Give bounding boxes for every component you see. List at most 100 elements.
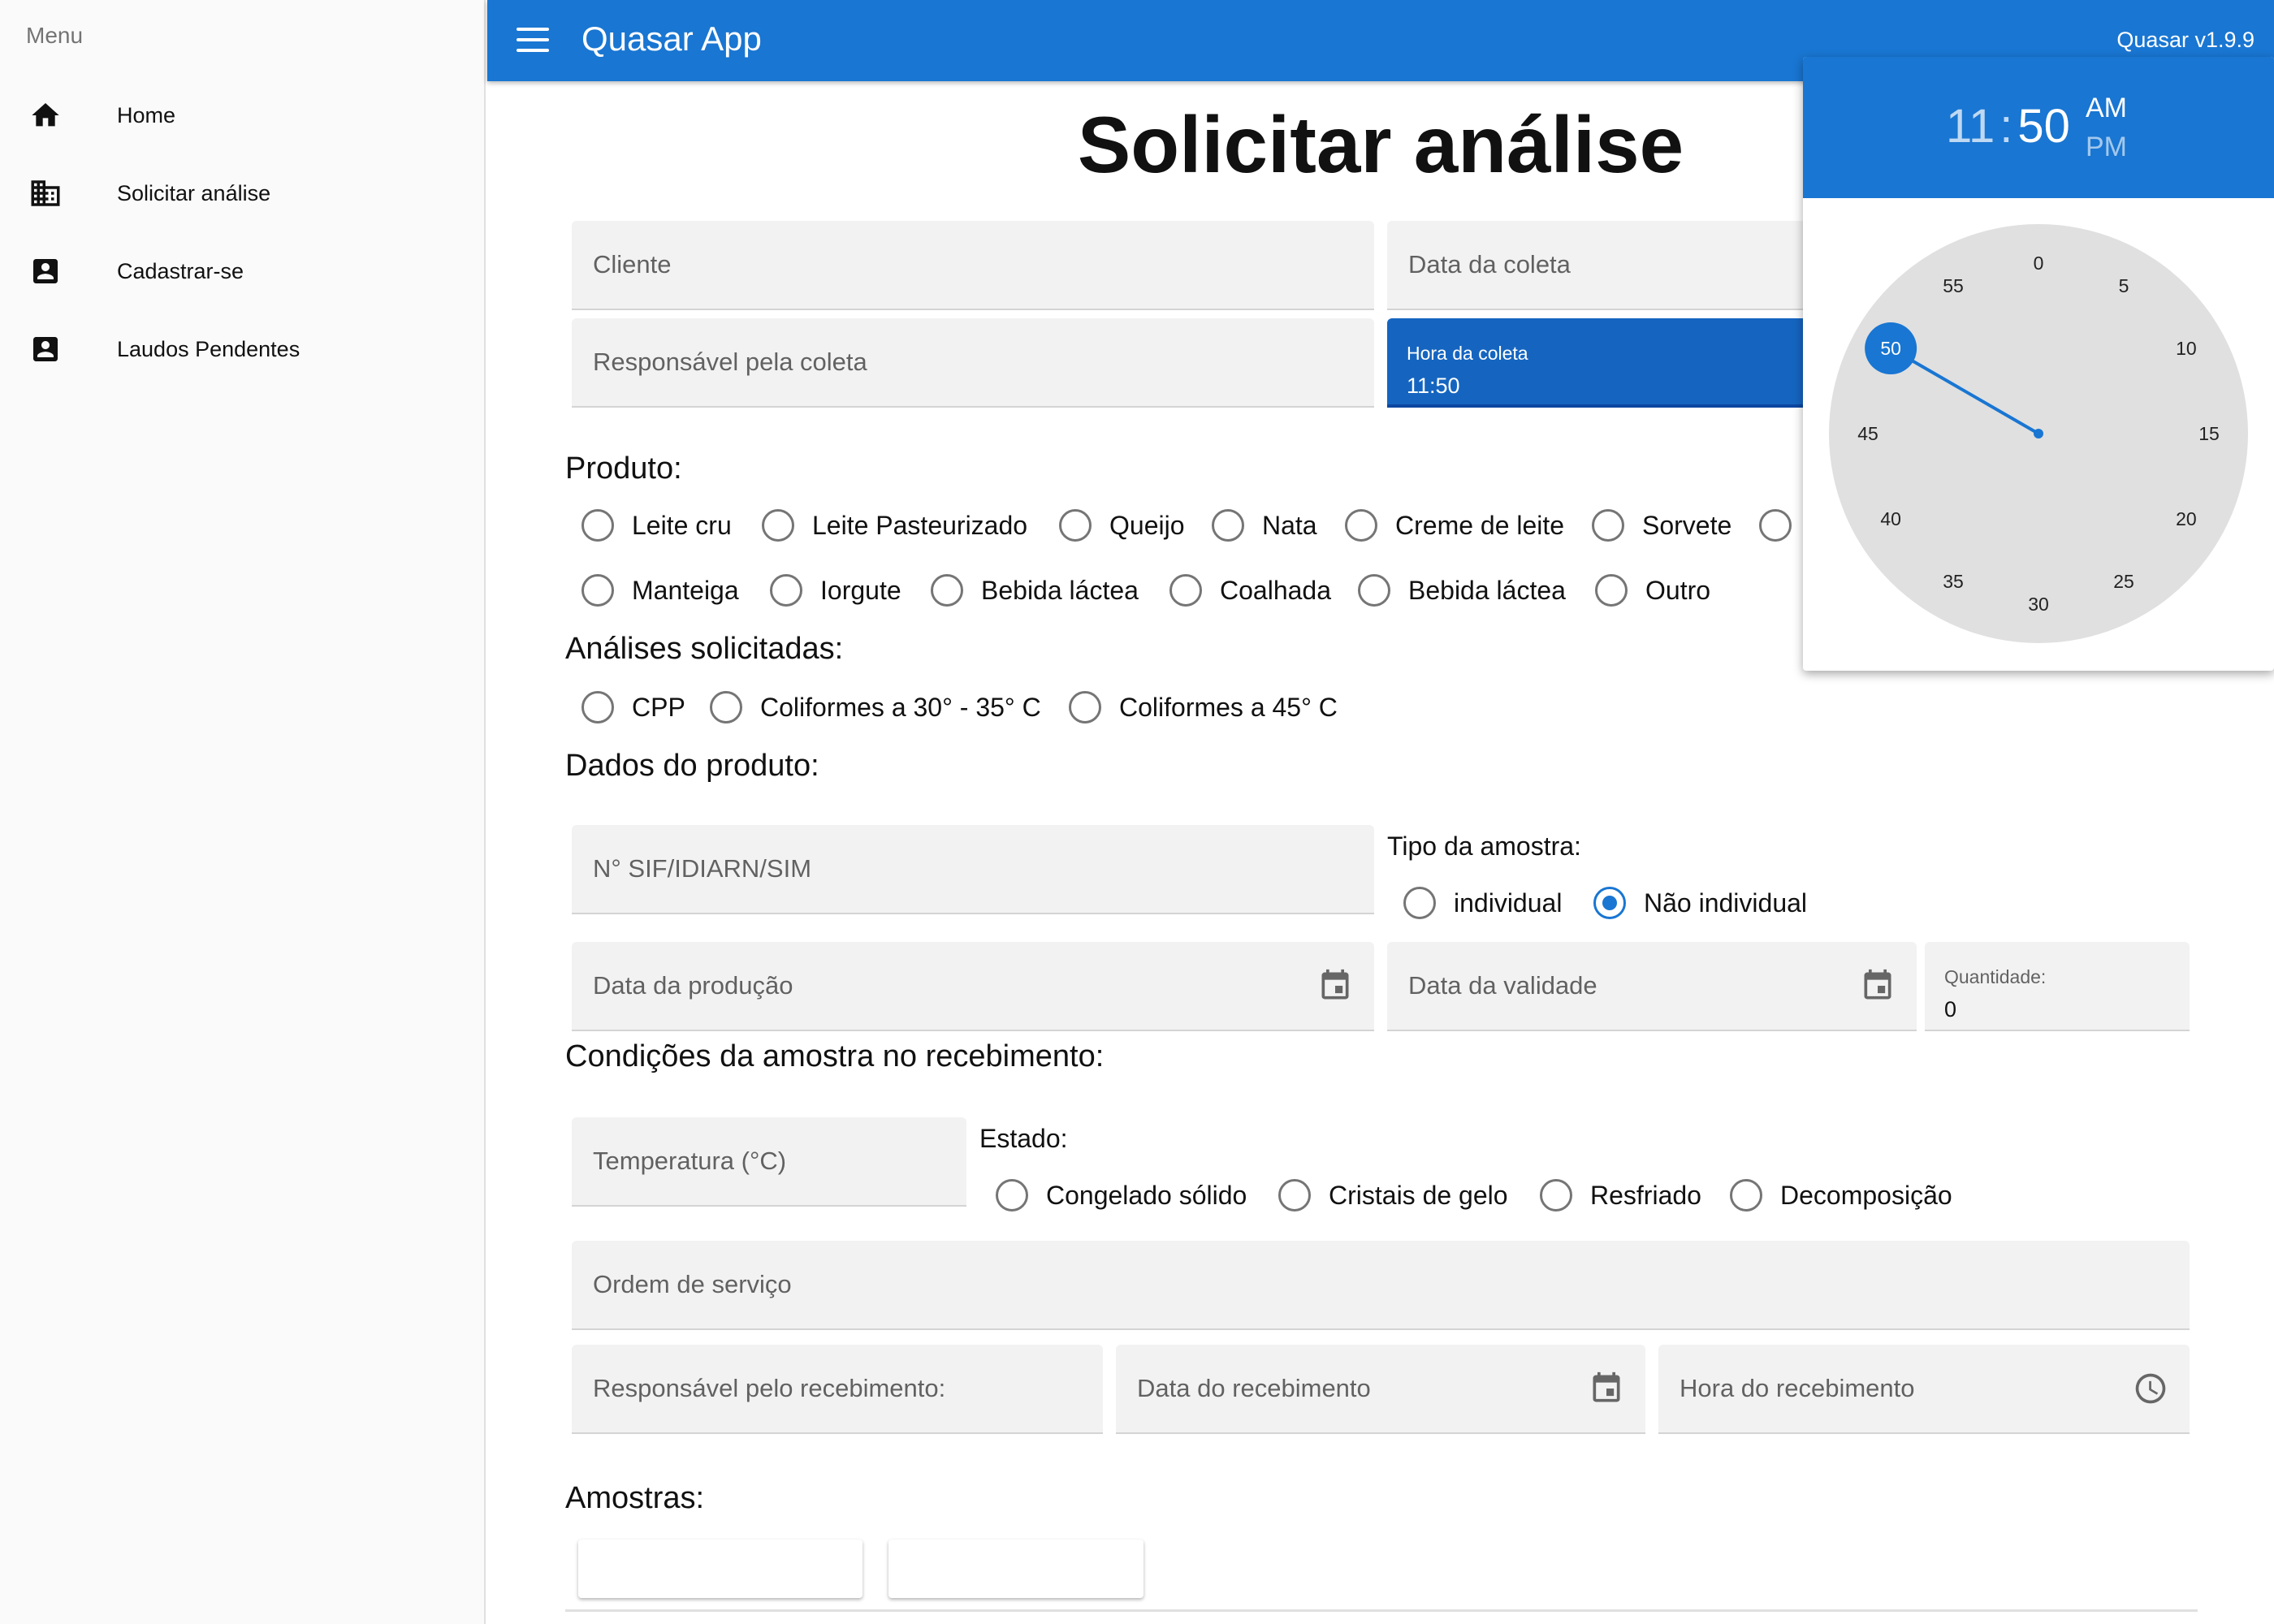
radio-leite-pasteurizado[interactable]: Leite Pasteurizado — [762, 508, 1027, 543]
data-validade-placeholder: Data da validade — [1408, 971, 1597, 1000]
menu-icon[interactable] — [517, 28, 551, 54]
amostras-title: Amostras: — [565, 1481, 705, 1515]
radio-queijo[interactable]: Queijo — [1059, 508, 1185, 543]
sif-field[interactable]: N° SIF/IDIARN/SIM — [572, 825, 1374, 914]
produto-title: Produto: — [565, 451, 682, 486]
responsavel-coleta-field[interactable]: Responsável pela coleta — [572, 318, 1374, 408]
calendar-icon[interactable] — [1317, 968, 1353, 1004]
radio-sorvete[interactable]: Sorvete — [1592, 508, 1731, 543]
clock-minute-label[interactable]: 0 — [2034, 253, 2044, 274]
hora-coleta-label: Hora da coleta — [1407, 343, 1528, 364]
am-toggle[interactable]: AM — [2086, 93, 2127, 124]
nav-item-cadastrar-se[interactable]: Cadastrar-se — [0, 232, 484, 310]
time-picker-header: 11:50 AM PM — [1803, 57, 2274, 198]
account-box-icon — [28, 253, 63, 289]
app-title: Quasar App — [581, 19, 762, 58]
radio-congelado-solido[interactable]: Congelado sólido — [996, 1177, 1247, 1213]
quantidade-label: Quantidade: — [1944, 966, 2047, 987]
radio-manteiga[interactable]: Manteiga — [581, 572, 739, 608]
radio-resfriado[interactable]: Resfriado — [1540, 1177, 1701, 1213]
responsavel-recebimento-placeholder: Responsável pelo recebimento: — [593, 1374, 946, 1402]
clock-minute-label[interactable]: 15 — [2198, 423, 2220, 444]
adicionar-amostra-button[interactable]: ADICIONAR AMOSTRA — [578, 1540, 862, 1598]
radio-iorgute[interactable]: Iorgute — [770, 572, 901, 608]
quantidade-field[interactable]: Quantidade: 0 — [1925, 942, 2190, 1031]
time-display: 11:50 — [1946, 100, 2070, 153]
cliente-placeholder: Cliente — [593, 250, 672, 279]
pm-toggle[interactable]: PM — [2086, 132, 2127, 163]
minute-display[interactable]: 50 — [2017, 100, 2070, 153]
data-recebimento-field[interactable]: Data do recebimento — [1116, 1345, 1645, 1434]
version-label: Quasar v1.9.9 — [2116, 28, 2255, 52]
time-picker-popup: 11:50 AM PM 0 5 10 15 20 25 30 35 40 45 50 55 — [1803, 57, 2274, 671]
clock-minute-label[interactable]: 25 — [2113, 571, 2134, 592]
radio-nao-individual[interactable]: Não individual — [1593, 885, 1807, 921]
dados-produto-title: Dados do produto: — [565, 749, 819, 783]
divider — [565, 1609, 2198, 1612]
analises-title: Análises solicitadas: — [565, 632, 844, 666]
radio-coliformes-30-35[interactable]: Coliformes a 30° - 35° C — [710, 689, 1041, 725]
data-producao-field[interactable]: Data da produção — [572, 942, 1374, 1031]
radio-coalhada[interactable]: Coalhada — [1169, 572, 1331, 608]
clock-minute-label[interactable]: 30 — [2028, 594, 2049, 615]
radio-leite-cru[interactable]: Leite cru — [581, 508, 732, 543]
ordem-servico-placeholder: Ordem de serviço — [593, 1270, 792, 1298]
hora-recebimento-field[interactable]: Hora do recebimento — [1658, 1345, 2190, 1434]
clock-center — [2034, 429, 2043, 438]
clock-dial[interactable]: 0 5 10 15 20 25 30 35 40 45 50 55 — [1829, 224, 2248, 643]
radio-coliformes-45[interactable]: Coliformes a 45° C — [1069, 689, 1338, 725]
nav-item-label: Laudos Pendentes — [117, 336, 300, 361]
sif-placeholder: N° SIF/IDIARN/SIM — [593, 854, 812, 883]
page-title: Solicitar análise — [1077, 100, 1684, 189]
responsavel-coleta-placeholder: Responsável pela coleta — [593, 348, 867, 376]
data-coleta-field[interactable]: Data da coleta — [1387, 221, 1874, 310]
clock-minute-label[interactable]: 20 — [2176, 508, 2197, 529]
clock-minute-label[interactable]: 50 — [1880, 338, 1901, 359]
nav-item-label: Cadastrar-se — [117, 258, 244, 283]
radio-bebida-lactea-1[interactable]: Bebida láctea — [931, 572, 1139, 608]
radio-nata[interactable]: Nata — [1212, 508, 1317, 543]
tipo-amostra-label: Tipo da amostra: — [1387, 831, 1581, 861]
calendar-icon[interactable] — [1589, 1371, 1624, 1406]
clock-minute-label[interactable]: 40 — [1880, 508, 1901, 529]
radio-creme-de-leite[interactable]: Creme de leite — [1345, 508, 1564, 543]
quantidade-value: 0 — [1944, 997, 1957, 1021]
hour-display[interactable]: 11 — [1946, 100, 1995, 153]
data-producao-placeholder: Data da produção — [593, 971, 793, 1000]
clock-minute-label[interactable]: 45 — [1857, 423, 1878, 444]
nav-item-label: Solicitar análise — [117, 180, 271, 205]
temperatura-field[interactable]: Temperatura (°C) — [572, 1117, 966, 1207]
excluir-amostra-button[interactable]: EXCLUIR AMOSTRA — [888, 1540, 1143, 1598]
data-validade-field[interactable]: Data da validade — [1387, 942, 1917, 1031]
estado-label: Estado: — [979, 1124, 1068, 1153]
data-coleta-placeholder: Data da coleta — [1408, 250, 1571, 279]
radio-extra[interactable] — [1759, 508, 1792, 543]
clock-minute-label[interactable]: 55 — [1943, 275, 1964, 296]
account-box-icon — [28, 331, 63, 367]
hora-coleta-field[interactable]: Hora da coleta 11:50 — [1387, 318, 1874, 408]
clock-minute-label[interactable]: 5 — [2119, 275, 2129, 296]
radio-decomposicao[interactable]: Decomposição — [1730, 1177, 1952, 1213]
clock-minute-label[interactable]: 10 — [2176, 338, 2197, 359]
nav-item-solicitar-analise[interactable]: Solicitar análise — [0, 154, 484, 232]
clock-icon[interactable] — [2133, 1371, 2168, 1406]
radio-bebida-lactea-2[interactable]: Bebida láctea — [1358, 572, 1566, 608]
temperatura-placeholder: Temperatura (°C) — [593, 1147, 787, 1175]
nav-item-home[interactable]: Home — [0, 76, 484, 154]
radio-cristais-de-gelo[interactable]: Cristais de gelo — [1278, 1177, 1508, 1213]
calendar-icon[interactable] — [1860, 968, 1896, 1004]
radio-individual[interactable]: individual — [1403, 885, 1562, 921]
cliente-field[interactable]: Cliente — [572, 221, 1374, 310]
radio-outro[interactable]: Outro — [1595, 572, 1710, 608]
responsavel-recebimento-field[interactable]: Responsável pelo recebimento: — [572, 1345, 1103, 1434]
nav-item-label: Home — [117, 102, 176, 127]
business-icon — [28, 175, 63, 211]
nav-item-laudos-pendentes[interactable]: Laudos Pendentes — [0, 310, 484, 388]
drawer-header: Menu — [26, 23, 84, 48]
clock-minute-label[interactable]: 35 — [1943, 571, 1964, 592]
ordem-servico-field[interactable]: Ordem de serviço — [572, 1241, 2190, 1330]
radio-cpp[interactable]: CPP — [581, 689, 685, 725]
data-recebimento-placeholder: Data do recebimento — [1137, 1374, 1371, 1402]
hora-coleta-value: 11:50 — [1407, 374, 1460, 398]
side-drawer: Menu Home Solicitar análise Cadastrar-se… — [0, 0, 486, 1624]
